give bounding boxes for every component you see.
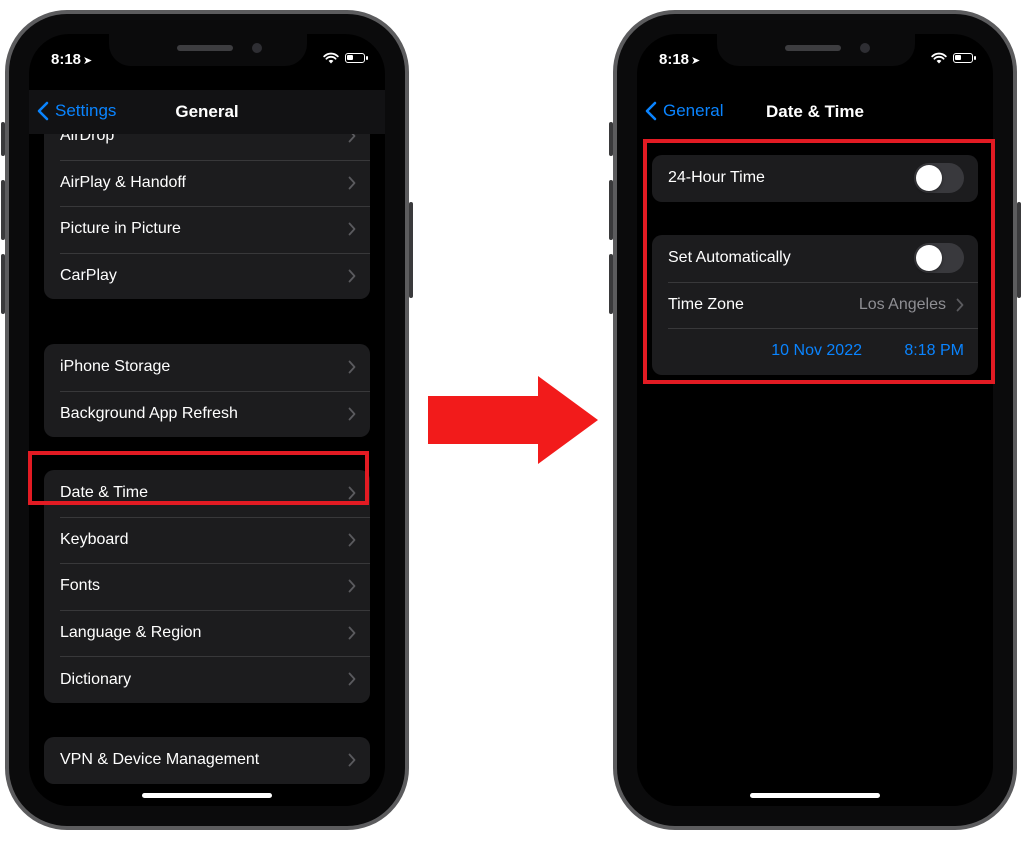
row-label: CarPlay — [60, 267, 117, 285]
status-bar-time: 8:18 ➤ — [51, 51, 92, 68]
settings-row-airplay-handoff[interactable]: AirPlay & Handoff — [44, 159, 370, 207]
back-button-label: Settings — [55, 101, 117, 120]
status-bar-icons — [323, 52, 368, 64]
settings-row-vpn-device-management[interactable]: VPN & Device Management — [44, 737, 370, 784]
iphone-frame-left: 8:18 ➤ Settings General AirDrop AirPlay … — [1, 10, 413, 830]
mute-switch — [609, 122, 613, 156]
settings-group-storage: iPhone Storage Background App Refresh — [44, 344, 370, 438]
chevron-right-icon — [348, 626, 356, 640]
iphone-frame-right: 8:18➤ General Date & Time 24-Hour Time — [609, 10, 1021, 830]
chevron-left-icon — [645, 101, 657, 121]
notch — [717, 34, 915, 66]
status-time-text: 8:18 — [51, 51, 82, 68]
settings-group-vpn: VPN & Device Management — [44, 737, 370, 784]
navigation-bar: General Date & Time — [637, 90, 993, 134]
row-label: Dictionary — [60, 670, 132, 688]
status-time-text: 8:18 — [659, 51, 690, 68]
wifi-icon — [323, 52, 339, 64]
front-camera — [860, 43, 870, 53]
location-arrow-icon: ➤ — [83, 55, 93, 67]
highlight-box-date-time — [28, 451, 369, 505]
notch — [109, 34, 307, 66]
speaker-grille — [785, 45, 841, 51]
row-label: VPN & Device Management — [60, 751, 260, 769]
row-label: Picture in Picture — [60, 220, 181, 238]
chevron-right-icon — [348, 407, 356, 420]
settings-row-keyboard[interactable]: Keyboard — [44, 516, 370, 564]
volume-up-button — [1, 180, 5, 240]
battery-icon — [345, 53, 368, 63]
volume-down-button — [1, 254, 5, 314]
screen-general-settings: 8:18 ➤ Settings General AirDrop AirPlay … — [29, 34, 385, 806]
chevron-left-icon — [37, 101, 49, 121]
wifi-icon — [931, 52, 947, 64]
chevron-right-icon — [348, 672, 356, 686]
settings-row-background-app-refresh[interactable]: Background App Refresh — [44, 390, 370, 438]
settings-group-connectivity: AirDrop AirPlay & Handoff Picture in Pic… — [44, 113, 370, 300]
home-indicator[interactable] — [142, 793, 272, 798]
right-arrow-icon — [428, 376, 598, 464]
chevron-right-icon — [348, 222, 356, 236]
chevron-right-icon — [348, 360, 356, 374]
back-button-general[interactable]: General — [645, 101, 723, 121]
chevron-right-icon — [348, 269, 356, 283]
mute-switch — [1, 122, 5, 156]
status-bar-time: 8:18 ➤ — [659, 51, 700, 68]
back-button-label: General — [663, 101, 724, 120]
settings-row-carplay[interactable]: CarPlay — [44, 252, 370, 300]
settings-row-dictionary[interactable]: Dictionary — [44, 656, 370, 703]
location-arrow-icon: ➤ — [691, 55, 701, 67]
row-label: Fonts — [60, 577, 101, 595]
speaker-grille — [177, 45, 233, 51]
battery-icon — [953, 53, 976, 63]
power-button — [1017, 202, 1021, 298]
power-button — [409, 202, 413, 298]
highlight-box-date-time-settings — [643, 139, 995, 384]
row-label: AirPlay & Handoff — [60, 173, 186, 191]
row-label: Language & Region — [60, 624, 202, 642]
home-indicator[interactable] — [750, 793, 880, 798]
back-button-settings[interactable]: Settings — [37, 101, 116, 121]
volume-down-button — [609, 254, 613, 314]
settings-row-fonts[interactable]: Fonts — [44, 563, 370, 610]
chevron-right-icon — [348, 176, 356, 189]
settings-row-iphone-storage[interactable]: iPhone Storage — [44, 344, 370, 391]
volume-up-button — [609, 180, 613, 240]
front-camera — [252, 43, 262, 53]
row-label: Keyboard — [60, 530, 129, 548]
settings-row-picture-in-picture[interactable]: Picture in Picture — [44, 206, 370, 253]
navigation-bar: Settings General — [29, 90, 385, 134]
settings-row-language-region[interactable]: Language & Region — [44, 609, 370, 657]
chevron-right-icon — [348, 533, 356, 546]
chevron-right-icon — [348, 579, 356, 593]
row-label: Background App Refresh — [60, 404, 238, 422]
chevron-right-icon — [348, 753, 356, 767]
row-label: iPhone Storage — [60, 358, 171, 376]
status-bar-icons — [931, 52, 976, 64]
